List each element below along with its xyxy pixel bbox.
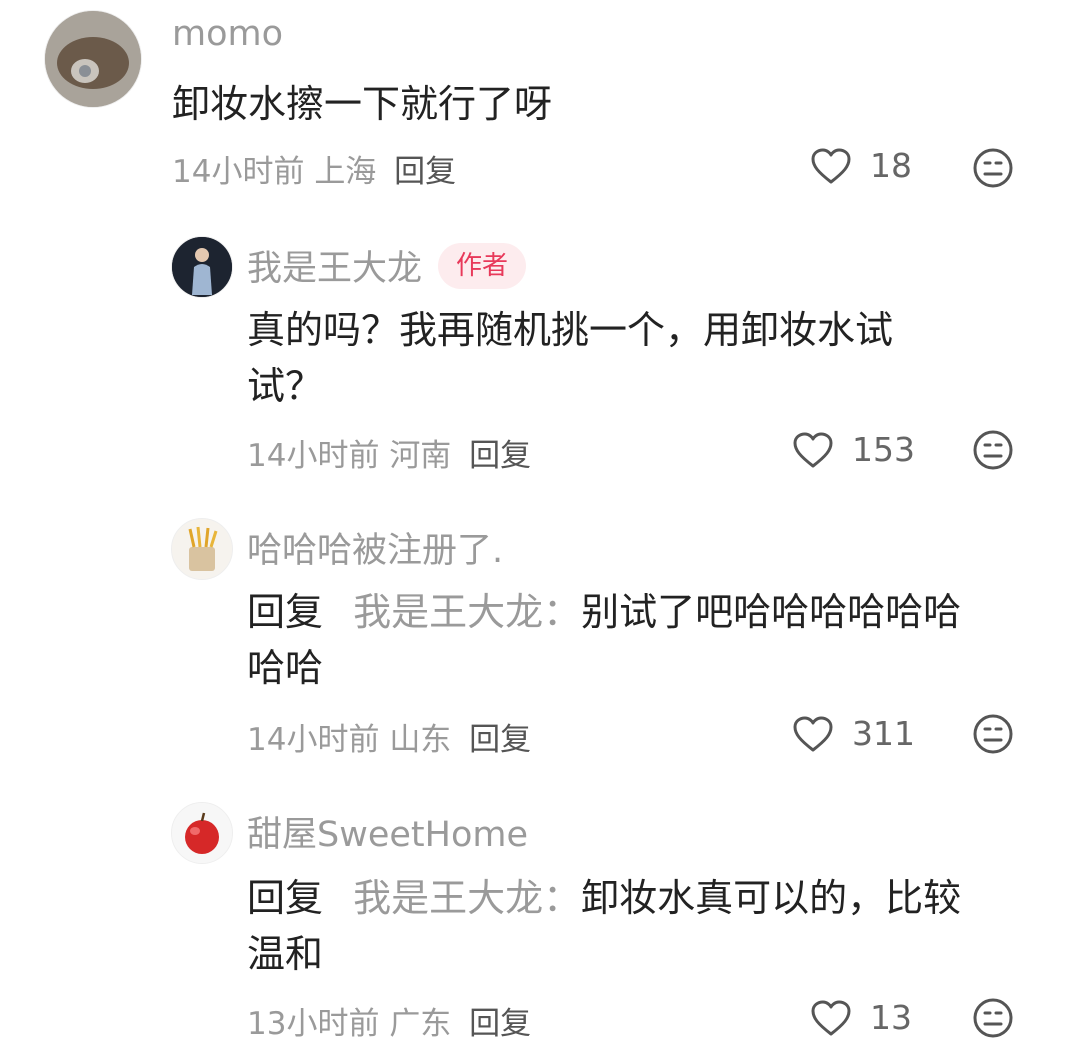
- username[interactable]: 甜屋SweetHome: [247, 806, 528, 857]
- reply-button[interactable]: 回复: [469, 1006, 531, 1042]
- username-text: 甜屋SweetHome: [247, 815, 528, 855]
- reply-prefix: 回复: [247, 876, 324, 920]
- comment-time: 13小时前: [247, 1006, 380, 1042]
- comment-item: 甜屋SweetHome 回复 我是王大龙：卸妆水真可以的，比较 温和 13小时前…: [0, 0, 1079, 1060]
- comment-meta: 13小时前 广东 回复: [247, 998, 531, 1043]
- comment-body: 卸妆水真可以的，比较: [581, 876, 962, 920]
- like-count: 13: [870, 998, 912, 1037]
- avatar[interactable]: [171, 802, 233, 864]
- dislike-icon[interactable]: [972, 997, 1014, 1039]
- avatar-image: [172, 803, 232, 863]
- comment-location: 广东: [389, 1006, 452, 1042]
- like-button[interactable]: 13: [810, 998, 912, 1037]
- comment-text-line: 温和: [247, 932, 324, 976]
- heart-icon: [811, 1000, 851, 1035]
- reply-to-user[interactable]: 我是王大龙：: [353, 876, 581, 920]
- comment-text-line: 回复 我是王大龙：卸妆水真可以的，比较: [247, 870, 961, 926]
- comment-text: 回复 我是王大龙：卸妆水真可以的，比较 温和: [247, 870, 961, 982]
